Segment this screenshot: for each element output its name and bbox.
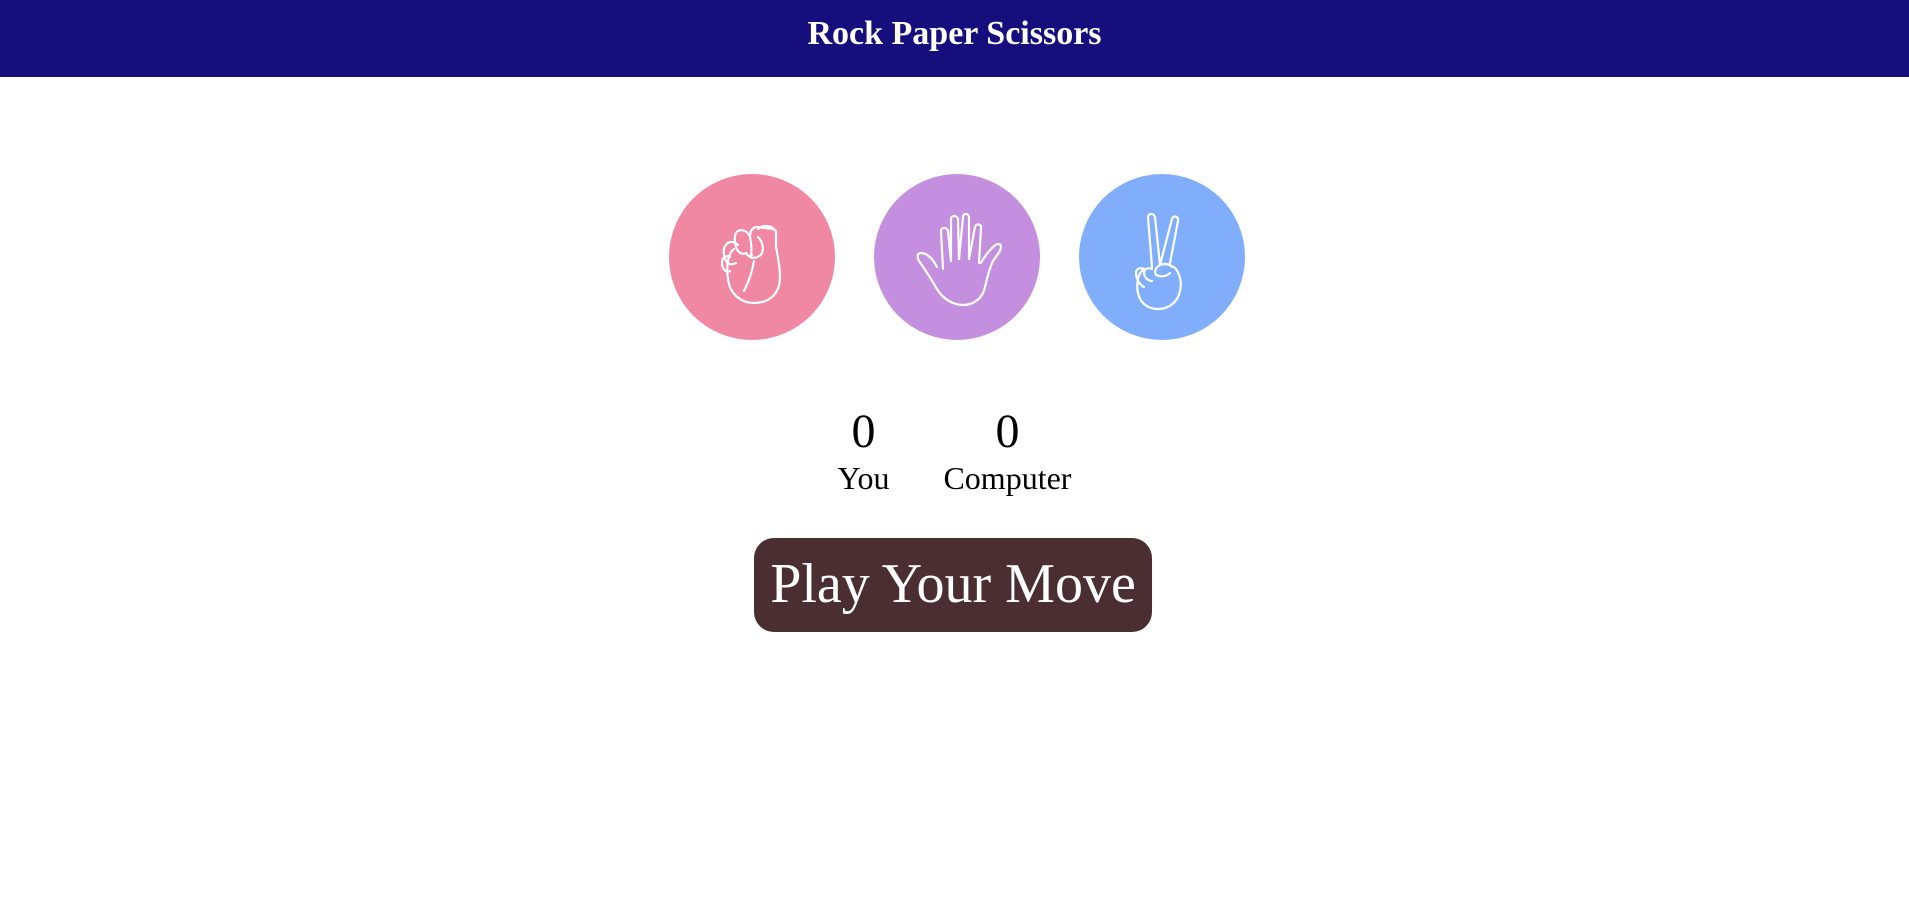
paper-choice-button[interactable] (874, 174, 1040, 340)
scoreboard: 0 You 0 Computer (0, 404, 1909, 496)
user-score: 0 You (838, 404, 890, 496)
rock-choice-button[interactable] (669, 174, 835, 340)
open-hand-icon (916, 212, 1003, 307)
page-header: Rock Paper Scissors (0, 0, 1909, 77)
user-score-value: 0 (851, 405, 876, 458)
fist-icon (720, 224, 782, 305)
computer-score: 0 Computer (943, 404, 1071, 496)
computer-score-value: 0 (995, 405, 1020, 458)
page-title: Rock Paper Scissors (807, 14, 1102, 52)
choice-row (669, 174, 1245, 340)
play-your-move-button[interactable]: Play Your Move (754, 538, 1152, 632)
computer-score-label: Computer (943, 460, 1072, 496)
scissors-choice-button[interactable] (1079, 174, 1245, 340)
play-area: Play Your Move (0, 538, 1909, 632)
user-score-label: You (837, 460, 890, 496)
peace-hand-icon (1134, 212, 1182, 311)
